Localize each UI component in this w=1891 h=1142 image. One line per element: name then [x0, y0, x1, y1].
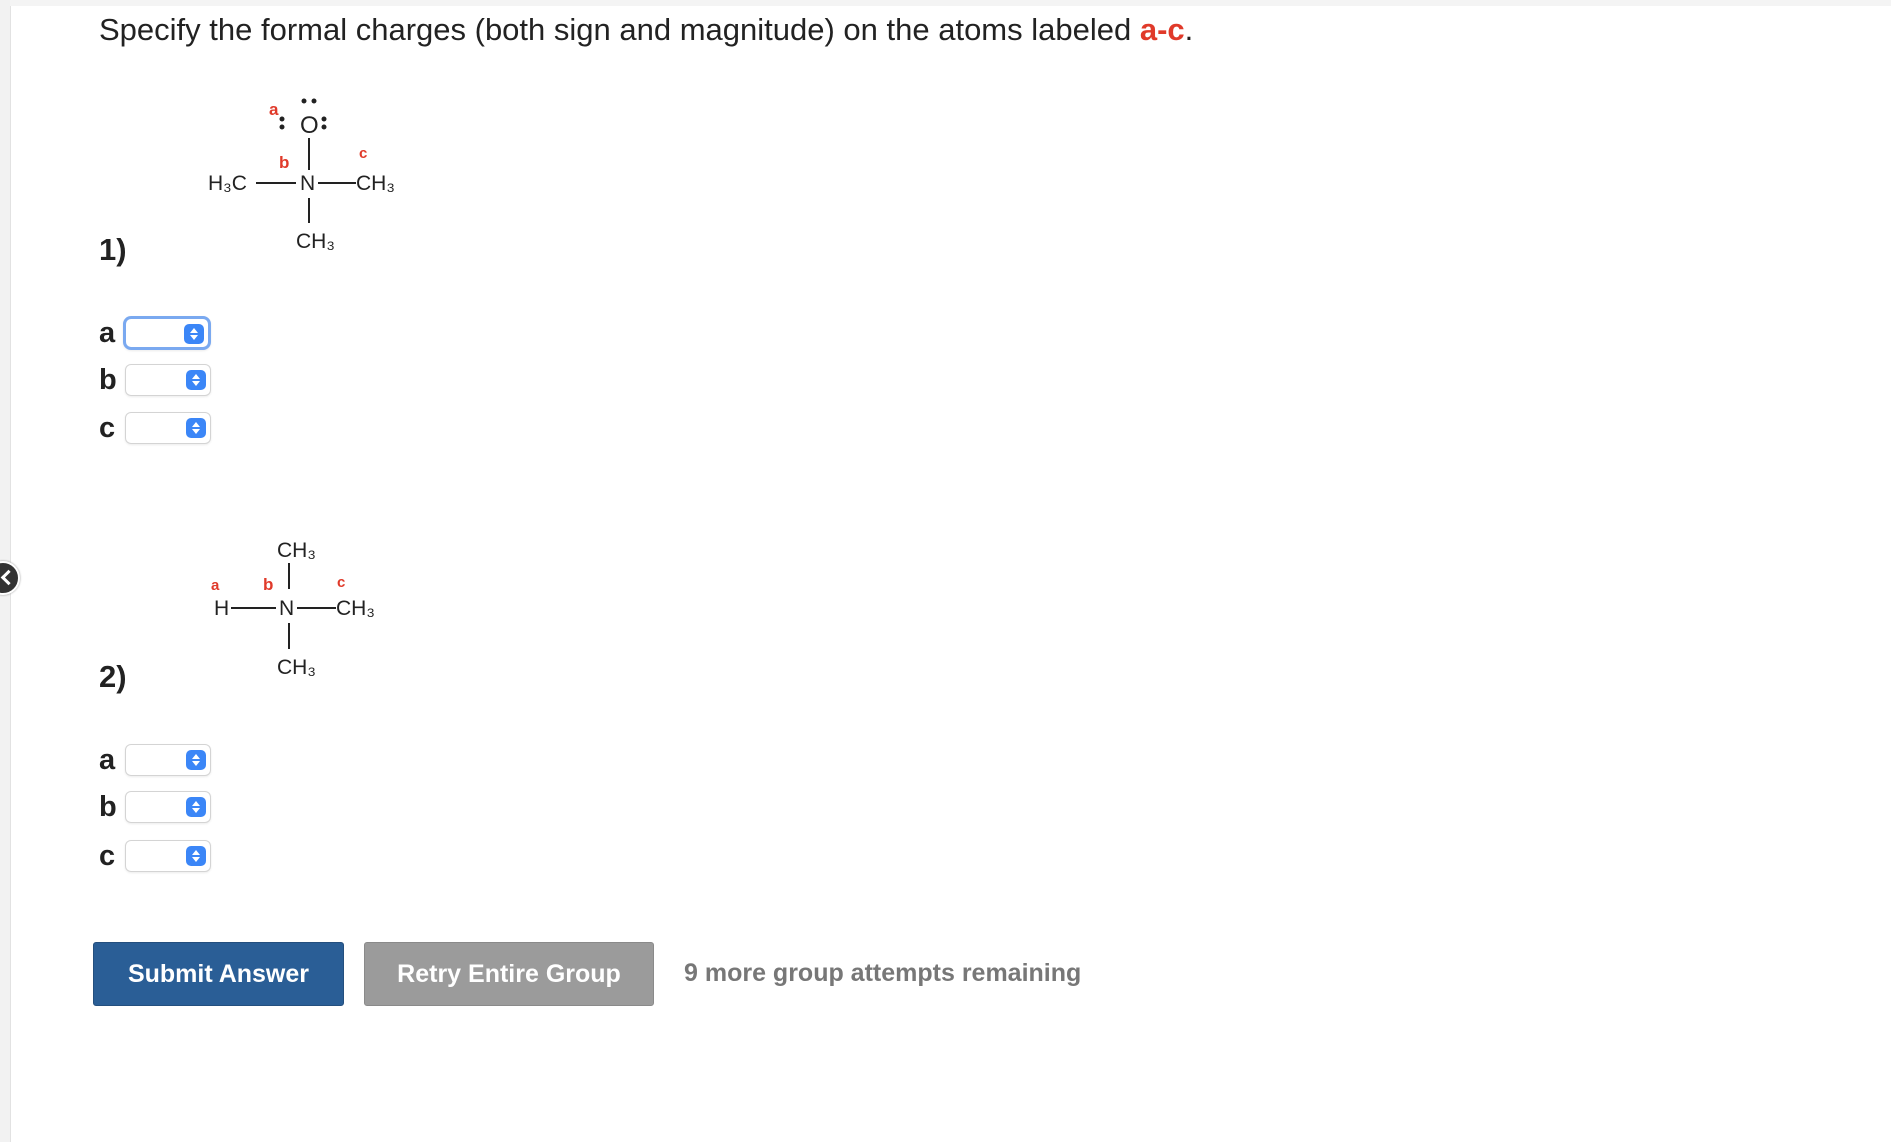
part-1-label: 1) [99, 232, 127, 267]
part-1-charge-select-b[interactable] [125, 364, 211, 396]
structure-2-label-b: b [263, 575, 273, 594]
structure-1-label-a: a [269, 100, 279, 119]
row-label-c: c [99, 839, 116, 872]
part-2-charge-select-c[interactable] [125, 840, 211, 872]
question-text: Specify the formal charges (both sign an… [99, 12, 1140, 47]
structure-2-atom-center: N [279, 597, 294, 620]
structure-2-atom-top: CH₃ [277, 539, 316, 562]
row-label-a: a [99, 743, 116, 776]
part-1-row-b: b [99, 362, 211, 398]
part-1-row-c: c [99, 410, 211, 446]
question-suffix: . [1184, 12, 1194, 47]
structure-1-atom-bottom: CH₃ [296, 230, 335, 253]
row-label-c: c [99, 411, 116, 444]
select-arrows-icon [186, 797, 206, 817]
part-1-charge-select-c[interactable] [125, 412, 211, 444]
submit-answer-button[interactable]: Submit Answer [93, 942, 344, 1006]
structure-1-atom-right: CH₃ [356, 172, 395, 195]
part-2-row-a: a [99, 742, 211, 778]
part-1-row-a: a [99, 315, 211, 351]
select-arrows-icon [186, 750, 206, 770]
top-window-edge [10, 0, 1891, 6]
part-2-row-b: b [99, 789, 211, 825]
structure-2-ammonium: CH₃ a b c H N CH₃ CH₃ [211, 539, 375, 679]
retry-entire-group-button[interactable]: Retry Entire Group [364, 942, 654, 1006]
attempts-remaining-text: 9 more group attempts remaining [684, 959, 1082, 987]
structure-2-atom-bottom: CH₃ [277, 656, 316, 679]
part-2-row-c: c [99, 838, 211, 874]
select-arrows-icon [186, 846, 206, 866]
question-prompt: Specify the formal charges (both sign an… [99, 12, 1193, 48]
row-label-b: b [99, 363, 117, 396]
part-2-label: 2) [99, 659, 127, 694]
row-label-a: a [99, 316, 116, 349]
structure-1-label-b: b [279, 153, 289, 172]
structure-1-atom-top: O [300, 112, 319, 139]
collapse-chevron-icon[interactable] [0, 561, 20, 595]
structure-1-amine-oxide: a O b c H₃C N CH₃ CH₃ [208, 98, 395, 253]
part-2-charge-select-a[interactable] [125, 744, 211, 776]
row-label-b: b [99, 790, 117, 823]
question-highlight: a-c [1139, 12, 1185, 47]
part-1-charge-select-a[interactable] [123, 316, 211, 350]
structure-2-atom-left: H [214, 597, 229, 620]
select-arrows-icon [186, 418, 206, 438]
structure-1-atom-center: N [300, 172, 315, 195]
select-arrows-icon [184, 324, 204, 344]
structure-1-label-c: c [359, 145, 367, 162]
structure-1-atom-left: H₃C [208, 172, 247, 195]
structure-2-label-c: c [337, 574, 345, 591]
structure-2-label-a: a [211, 577, 220, 594]
part-2-charge-select-b[interactable] [125, 791, 211, 823]
select-arrows-icon [186, 370, 206, 390]
structure-2-atom-right: CH₃ [336, 597, 375, 620]
